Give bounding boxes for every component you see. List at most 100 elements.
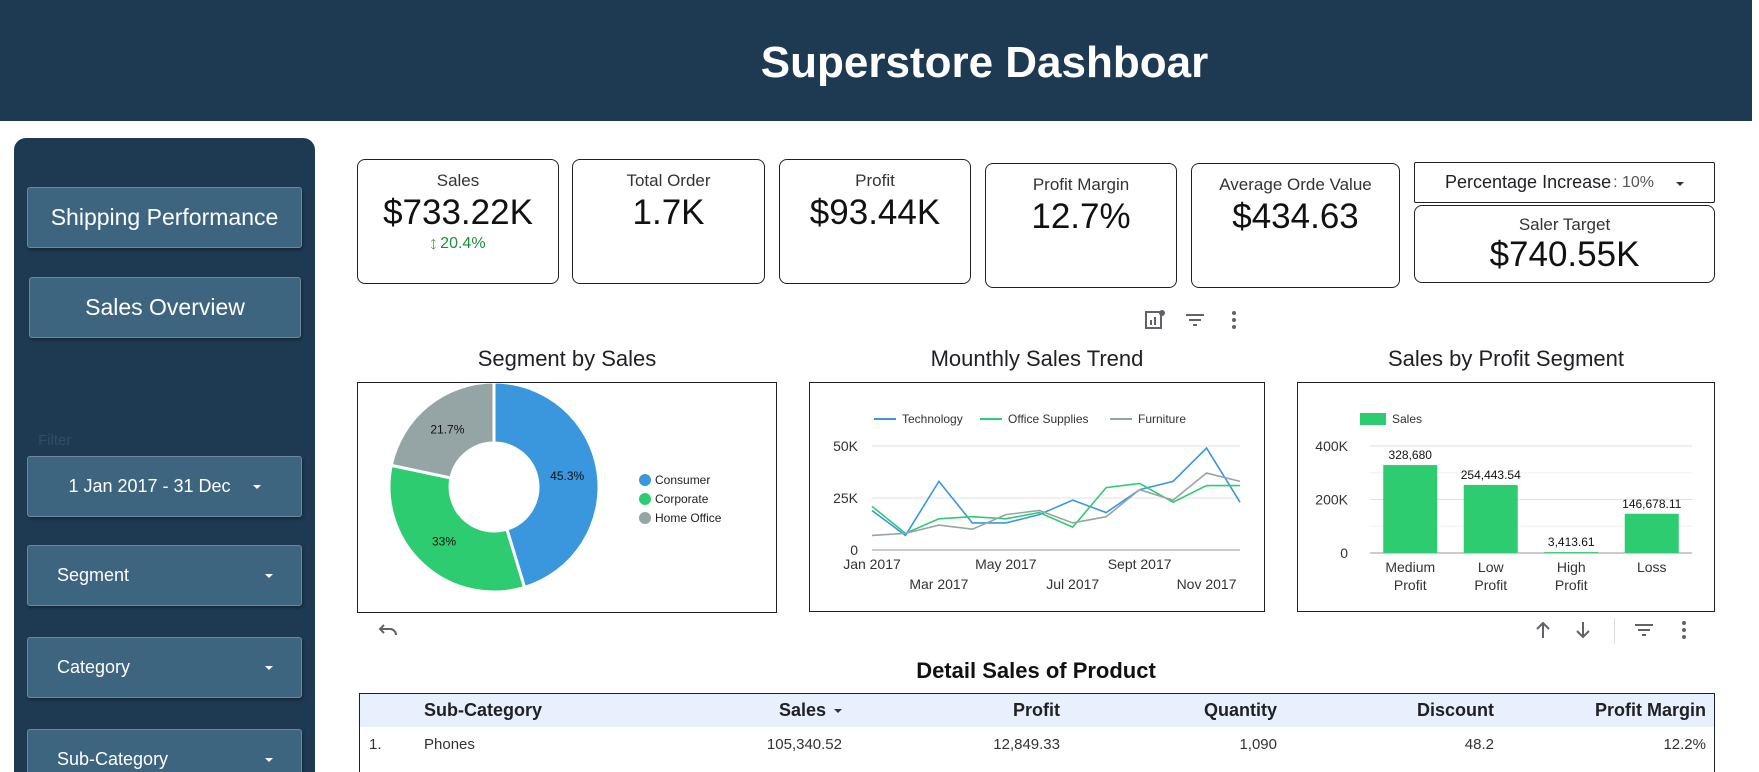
column-header-discount[interactable]: Discount <box>1417 700 1494 721</box>
kpi-profit-margin-card: Profit Margin 12.7% <box>985 163 1177 288</box>
kpi-label: Total Order <box>626 171 711 190</box>
filter-label: Filter <box>38 432 72 449</box>
arrow-up-icon: 🡙 <box>430 239 437 251</box>
column-header-profit[interactable]: Profit <box>1013 700 1060 721</box>
pie-data-label: 45.3% <box>550 469 584 483</box>
legend-marker <box>1360 413 1386 425</box>
cell-quantity: 1,090 <box>1239 736 1277 753</box>
pie-data-label: 33% <box>432 535 456 549</box>
cell-profit: 12,849.33 <box>993 736 1060 753</box>
table-row[interactable]: 1. Phones 105,340.52 12,849.33 1,090 48.… <box>360 727 1714 760</box>
cell-profit-margin: 12.2% <box>1663 736 1706 753</box>
bar-value-label: 3,413.61 <box>1548 535 1595 549</box>
column-header-profit-margin[interactable]: Profit Margin <box>1595 700 1706 721</box>
bar-value-label: 328,680 <box>1389 448 1433 462</box>
cell-sub-category: Phones <box>424 736 475 753</box>
category-filter[interactable]: Category <box>27 637 302 698</box>
chart-settings-icon[interactable] <box>1143 308 1167 332</box>
x-tick-label: Nov 2017 <box>1177 576 1237 592</box>
chevron-down-icon <box>1676 182 1684 186</box>
row-number: 1. <box>369 736 382 753</box>
more-vert-icon[interactable] <box>1672 618 1696 642</box>
legend-marker <box>639 474 651 486</box>
x-tick-label: Jan 2017 <box>843 556 901 572</box>
legend-label: Corporate <box>655 492 709 506</box>
column-header-sub-category[interactable]: Sub-Category <box>424 700 542 721</box>
kpi-total-order-card: Total Order 1.7K <box>572 159 765 284</box>
legend-label: Sales <box>1392 412 1422 426</box>
sidebar: Shipping Performance Sales Overview 1 Ja… <box>14 138 315 772</box>
cell-sales: 105,340.52 <box>766 736 842 753</box>
arrow-down-icon[interactable] <box>1571 618 1595 642</box>
sort-desc-icon <box>834 709 842 714</box>
x-tick-label: Profit <box>1394 577 1427 593</box>
arrow-up-icon[interactable] <box>1531 618 1555 642</box>
bar <box>1624 513 1679 553</box>
filter-icon[interactable] <box>1632 618 1656 642</box>
x-tick-label: Low <box>1478 559 1505 575</box>
profit-segment-bar-chart: 0 200K 400K Sales 328,680 Medium Profit 254,443… <box>1297 382 1715 612</box>
legend-label: Home Office <box>655 511 722 525</box>
x-tick-label: Loss <box>1637 559 1667 575</box>
bar <box>1544 552 1599 554</box>
kpi-value: $733.22K <box>383 193 533 232</box>
percentage-increase-dropdown[interactable]: Percentage Increase: 10% <box>1414 162 1715 203</box>
kpi-delta: 🡙 20.4% <box>358 235 558 255</box>
profit-segment-chart-title: Sales by Profit Segment <box>1387 346 1624 371</box>
percentage-increase-value: : 10% <box>1613 173 1655 191</box>
chevron-down-icon <box>265 665 273 670</box>
category-filter-label: Category <box>57 657 131 677</box>
kpi-sales-card: Sales $733.22K 🡙 20.4% <box>357 159 559 284</box>
kpi-label: Profit Margin <box>1032 175 1130 194</box>
y-tick-label: 400K <box>1315 438 1348 454</box>
kpi-value: $434.63 <box>1232 197 1359 236</box>
pie-data-label: 21.7% <box>430 423 464 437</box>
dashboard-header: Superstore Dashboar <box>0 0 1752 121</box>
date-range-value: 1 Jan 2017 - 31 Dec <box>68 476 231 496</box>
legend-label: Furniture <box>1138 412 1186 426</box>
segment-filter[interactable]: Segment <box>27 545 302 606</box>
chevron-down-icon <box>265 573 273 578</box>
kpi-label: Profit <box>855 171 895 190</box>
more-vert-icon[interactable] <box>1222 308 1246 332</box>
series-line-technology <box>871 446 1241 537</box>
y-tick-label: 25K <box>833 490 859 506</box>
column-header-sales-label: Sales <box>778 700 826 720</box>
filter-icon[interactable] <box>1183 308 1207 332</box>
y-tick-label: 50K <box>833 438 859 454</box>
segment-chart-title: Segment by Sales <box>477 346 657 371</box>
legend-label: Consumer <box>655 473 710 487</box>
legend-marker <box>639 512 651 524</box>
legend-marker <box>639 493 651 505</box>
bar-value-label: 146,678.11 <box>1622 497 1681 511</box>
kpi-label: Saler Target <box>1518 215 1611 234</box>
page-title: Superstore Dashboar <box>760 38 1209 87</box>
kpi-profit-card: Profit $93.44K <box>779 159 971 284</box>
percentage-increase-label: Percentage Increase <box>1445 172 1612 192</box>
trend-chart-title: Mounthly Sales Trend <box>930 346 1144 371</box>
kpi-value: $93.44K <box>809 193 941 232</box>
nav-sales-overview-button[interactable]: Sales Overview <box>29 277 301 338</box>
subcategory-filter[interactable]: Sub-Category <box>27 729 302 772</box>
x-tick-label: Mar 2017 <box>909 576 968 592</box>
column-header-quantity[interactable]: Quantity <box>1204 700 1277 721</box>
column-header-sales[interactable]: Sales <box>779 700 842 721</box>
cell-discount: 48.2 <box>1464 736 1494 753</box>
legend-label: Office Supplies <box>1008 412 1089 426</box>
bar-chart-svg: 0 200K 400K Sales 328,680 Medium Profit 254,443… <box>1315 412 1692 593</box>
donut-chart-svg: 45.3% 33% 21.7% Consumer Corporate Home Offic… <box>387 383 722 594</box>
detail-sales-table: Sub-Category Sales Profit Quantity Disco… <box>359 693 1715 772</box>
date-range-filter[interactable]: 1 Jan 2017 - 31 Dec <box>27 456 302 517</box>
kpi-label: Average Orde Value <box>1219 175 1372 194</box>
bar <box>1383 465 1438 553</box>
undo-icon[interactable] <box>376 619 400 643</box>
y-tick-label: 200K <box>1315 492 1348 508</box>
y-tick-label: 0 <box>1340 545 1348 561</box>
nav-shipping-performance-button[interactable]: Shipping Performance <box>27 187 302 248</box>
kpi-label: Sales <box>436 171 480 190</box>
bar-value-label: 254,443.54 <box>1461 468 1521 482</box>
series-line-furniture <box>871 472 1241 537</box>
chevron-down-icon <box>265 757 273 762</box>
toolbar-divider <box>1614 618 1615 644</box>
segment-donut-chart: 45.3% 33% 21.7% Consumer Corporate Home Offic… <box>357 382 777 613</box>
